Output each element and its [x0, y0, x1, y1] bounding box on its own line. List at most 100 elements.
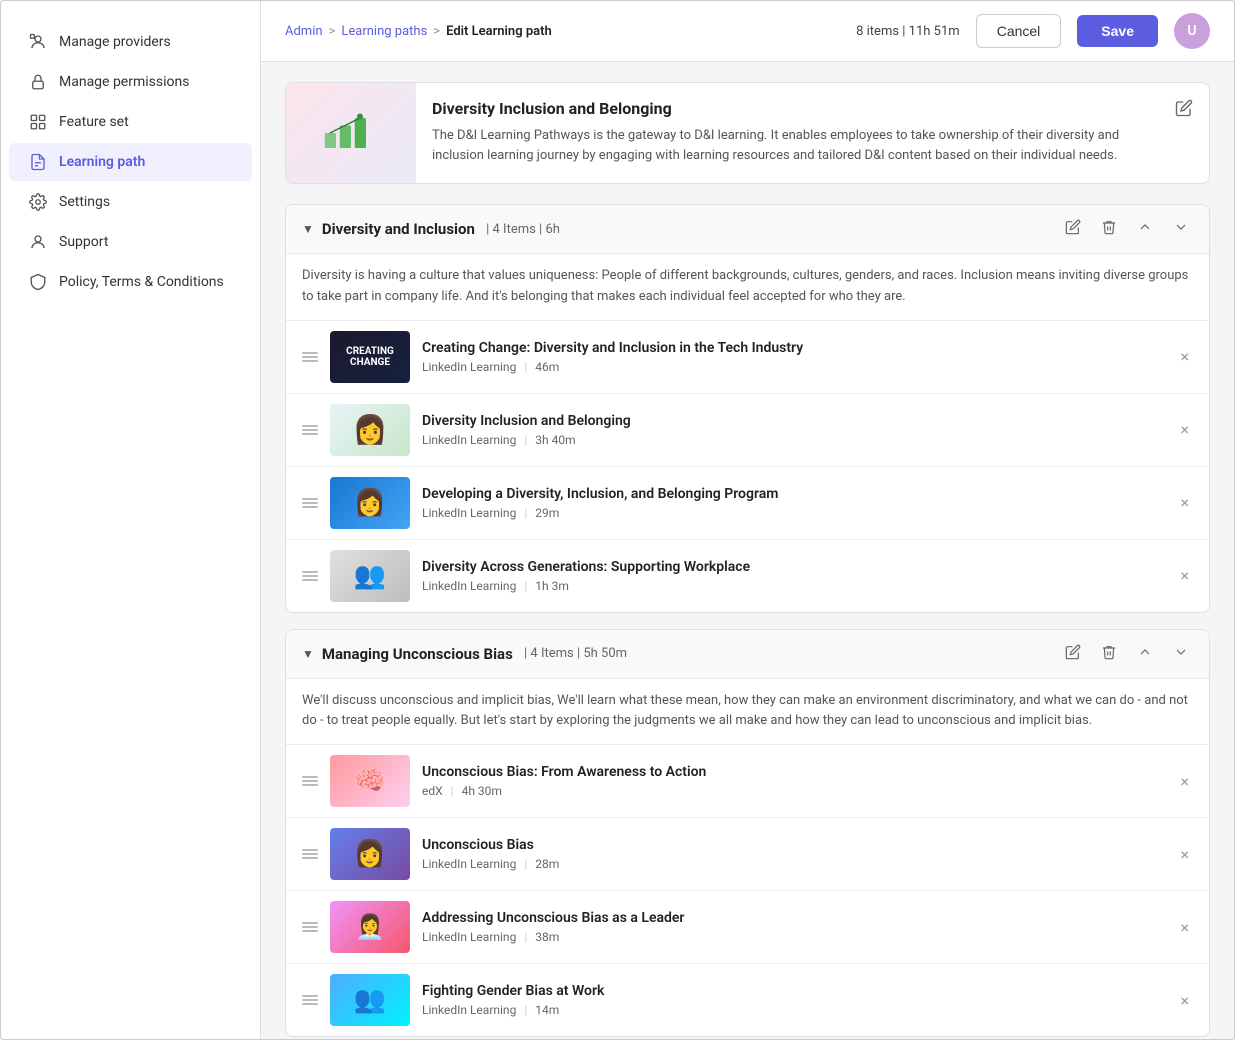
sidebar-item-manage-permissions-label: Manage permissions [59, 74, 189, 90]
course-info: Developing a Diversity, Inclusion, and B… [422, 486, 1164, 520]
breadcrumb-sep2: > [433, 24, 440, 39]
delete-section-button[interactable] [1097, 642, 1121, 666]
course-meta: LinkedIn Learning | 46m [422, 360, 1164, 374]
drag-handle-icon[interactable] [302, 995, 318, 1005]
drag-handle-icon[interactable] [302, 425, 318, 435]
course-thumbnail: 👩‍💼 [330, 901, 410, 953]
section-meta-bias: | 4 Items | 5h 50m [521, 646, 627, 661]
course-info: Addressing Unconscious Bias as a Leader … [422, 910, 1164, 944]
course-item: 👩 Diversity Inclusion and Belonging Link… [286, 394, 1209, 467]
move-down-icon[interactable] [1169, 217, 1193, 241]
course-thumbnail: 👩 [330, 404, 410, 456]
remove-course-button[interactable]: × [1176, 914, 1193, 941]
course-thumbnail: 🧠 [330, 755, 410, 807]
course-duration: 3h 40m [535, 433, 575, 447]
meta-separator: | [524, 930, 527, 944]
section-header-left: ▼ Managing Unconscious Bias | 4 Items | … [302, 645, 627, 663]
drag-handle-icon[interactable] [302, 776, 318, 786]
course-meta: LinkedIn Learning | 1h 3m [422, 579, 1164, 593]
course-meta: LinkedIn Learning | 28m [422, 857, 1164, 871]
breadcrumb-admin[interactable]: Admin [285, 24, 323, 39]
remove-course-button[interactable]: × [1176, 416, 1193, 443]
section-header-bias: ▼ Managing Unconscious Bias | 4 Items | … [286, 630, 1209, 679]
section-title-bias: Managing Unconscious Bias [322, 645, 513, 663]
remove-course-button[interactable]: × [1176, 987, 1193, 1014]
move-up-icon[interactable] [1133, 642, 1157, 666]
learning-path-banner: Diversity Inclusion and Belonging The D&… [285, 82, 1210, 184]
course-duration: 28m [535, 857, 559, 871]
course-provider: LinkedIn Learning [422, 1003, 516, 1017]
main-content: Admin > Learning paths > Edit Learning p… [261, 1, 1234, 1039]
document-icon [29, 153, 47, 171]
course-item: 👩‍💼 Addressing Unconscious Bias as a Lea… [286, 891, 1209, 964]
course-thumbnail: 👩 [330, 477, 410, 529]
avatar[interactable]: U [1174, 13, 1210, 49]
course-thumbnail: 👥 [330, 974, 410, 1026]
course-info: Diversity Inclusion and Belonging Linked… [422, 413, 1164, 447]
sidebar-item-manage-providers-label: Manage providers [59, 34, 171, 50]
course-provider: LinkedIn Learning [422, 930, 516, 944]
chevron-down-icon[interactable]: ▼ [302, 647, 314, 661]
edit-section-button[interactable] [1061, 217, 1085, 241]
chevron-down-icon[interactable]: ▼ [302, 222, 314, 236]
meta-separator: | [524, 579, 527, 593]
course-item: 👥 Diversity Across Generations: Supporti… [286, 540, 1209, 612]
sidebar-item-manage-permissions[interactable]: Manage permissions [9, 63, 252, 101]
course-title: Unconscious Bias: From Awareness to Acti… [422, 764, 1164, 780]
drag-handle-icon[interactable] [302, 922, 318, 932]
edit-section-button[interactable] [1061, 642, 1085, 666]
course-provider: LinkedIn Learning [422, 579, 516, 593]
remove-course-button[interactable]: × [1176, 489, 1193, 516]
meta-separator: | [451, 784, 454, 798]
lock-icon [29, 73, 47, 91]
course-thumbnail: 👩 [330, 828, 410, 880]
save-button[interactable]: Save [1077, 15, 1158, 47]
app-container: Manage providers Manage permissions Feat… [0, 0, 1235, 1040]
sidebar-item-support[interactable]: Support [9, 223, 252, 261]
move-up-icon[interactable] [1133, 217, 1157, 241]
course-item: 👥 Fighting Gender Bias at Work LinkedIn … [286, 964, 1209, 1036]
drag-handle-icon[interactable] [302, 571, 318, 581]
section-managing-bias: ▼ Managing Unconscious Bias | 4 Items | … [285, 629, 1210, 1038]
sidebar-item-feature-set[interactable]: Feature set [9, 103, 252, 141]
drag-handle-icon[interactable] [302, 352, 318, 362]
course-title: Fighting Gender Bias at Work [422, 983, 1164, 999]
sidebar-item-learning-path[interactable]: Learning path [9, 143, 252, 181]
course-info: Creating Change: Diversity and Inclusion… [422, 340, 1164, 374]
course-provider: edX [422, 784, 443, 798]
banner-description: The D&I Learning Pathways is the gateway… [432, 126, 1143, 165]
items-info: 8 items | 11h 51m [856, 24, 960, 39]
section-meta-diversity: | 4 Items | 6h [483, 222, 560, 237]
section-header-diversity: ▼ Diversity and Inclusion | 4 Items | 6h [286, 205, 1209, 254]
section-header-left: ▼ Diversity and Inclusion | 4 Items | 6h [302, 220, 560, 238]
remove-course-button[interactable]: × [1176, 343, 1193, 370]
sidebar-item-learning-path-label: Learning path [59, 154, 145, 170]
breadcrumb-sep1: > [329, 24, 336, 39]
course-thumbnail: 👥 [330, 550, 410, 602]
breadcrumb-learning-paths[interactable]: Learning paths [341, 24, 427, 39]
remove-course-button[interactable]: × [1176, 841, 1193, 868]
course-meta: edX | 4h 30m [422, 784, 1164, 798]
drag-handle-icon[interactable] [302, 849, 318, 859]
section-diversity-inclusion: ▼ Diversity and Inclusion | 4 Items | 6h [285, 204, 1210, 613]
cancel-button[interactable]: Cancel [976, 14, 1062, 48]
course-item: CREATINGCHANGE Creating Change: Diversit… [286, 321, 1209, 394]
delete-section-button[interactable] [1097, 217, 1121, 241]
banner-edit-button[interactable] [1159, 83, 1209, 137]
sidebar-item-settings[interactable]: Settings [9, 183, 252, 221]
banner-title: Diversity Inclusion and Belonging [432, 99, 1143, 118]
manage-providers-icon [29, 33, 47, 51]
scroll-area: Diversity Inclusion and Belonging The D&… [261, 62, 1234, 1039]
move-down-icon[interactable] [1169, 642, 1193, 666]
sidebar-item-manage-providers[interactable]: Manage providers [9, 23, 252, 61]
remove-course-button[interactable]: × [1176, 768, 1193, 795]
section-description-diversity: Diversity is having a culture that value… [286, 254, 1209, 321]
drag-handle-icon[interactable] [302, 498, 318, 508]
course-info: Diversity Across Generations: Supporting… [422, 559, 1164, 593]
course-provider: LinkedIn Learning [422, 433, 516, 447]
course-thumbnail: CREATINGCHANGE [330, 331, 410, 383]
sidebar-item-policy[interactable]: Policy, Terms & Conditions [9, 263, 252, 301]
course-meta: LinkedIn Learning | 29m [422, 506, 1164, 520]
course-title: Creating Change: Diversity and Inclusion… [422, 340, 1164, 356]
remove-course-button[interactable]: × [1176, 562, 1193, 589]
